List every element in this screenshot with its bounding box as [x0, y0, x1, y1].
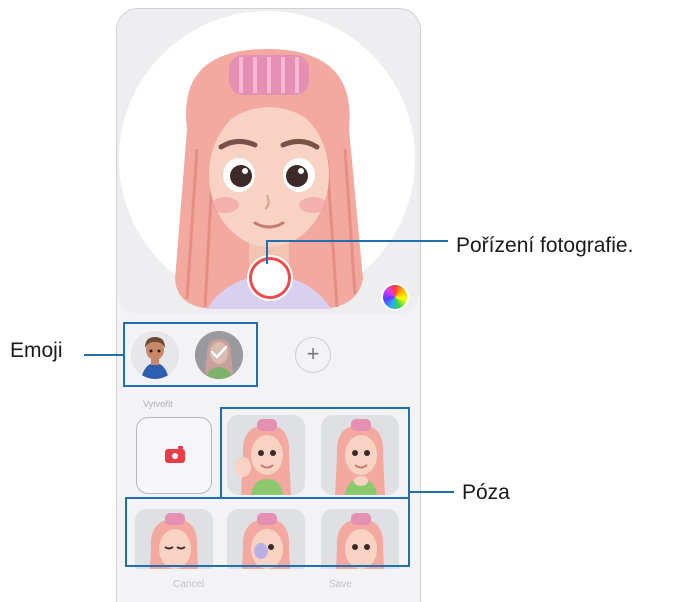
callout-emoji-label: Emoji [10, 339, 63, 362]
bottom-bar: Cancel Save [117, 569, 420, 602]
plus-icon: + [306, 341, 320, 366]
emoji-highlight-box [123, 322, 258, 387]
emoji-leader-line [84, 354, 123, 356]
save-button[interactable]: Save [329, 579, 352, 590]
capture-button[interactable] [249, 257, 291, 299]
section-label: Vytvořit [143, 399, 173, 409]
pose-highlight-box-top [220, 407, 410, 499]
callout-capture-label: Pořízení fotografie. [456, 234, 634, 257]
camera-icon [165, 446, 185, 463]
cancel-button[interactable]: Cancel [173, 579, 204, 590]
add-emoji-button[interactable]: + [295, 337, 331, 373]
color-palette-icon[interactable] [383, 285, 407, 309]
camera-preview [117, 9, 420, 314]
capture-leader-line-horizontal [266, 240, 448, 242]
pose-leader-line [410, 491, 454, 493]
camera-tile[interactable] [136, 417, 212, 494]
callout-pose-label: Póza [462, 481, 510, 504]
capture-leader-line-vertical [266, 240, 268, 264]
pose-highlight-box-bottom [125, 497, 410, 567]
